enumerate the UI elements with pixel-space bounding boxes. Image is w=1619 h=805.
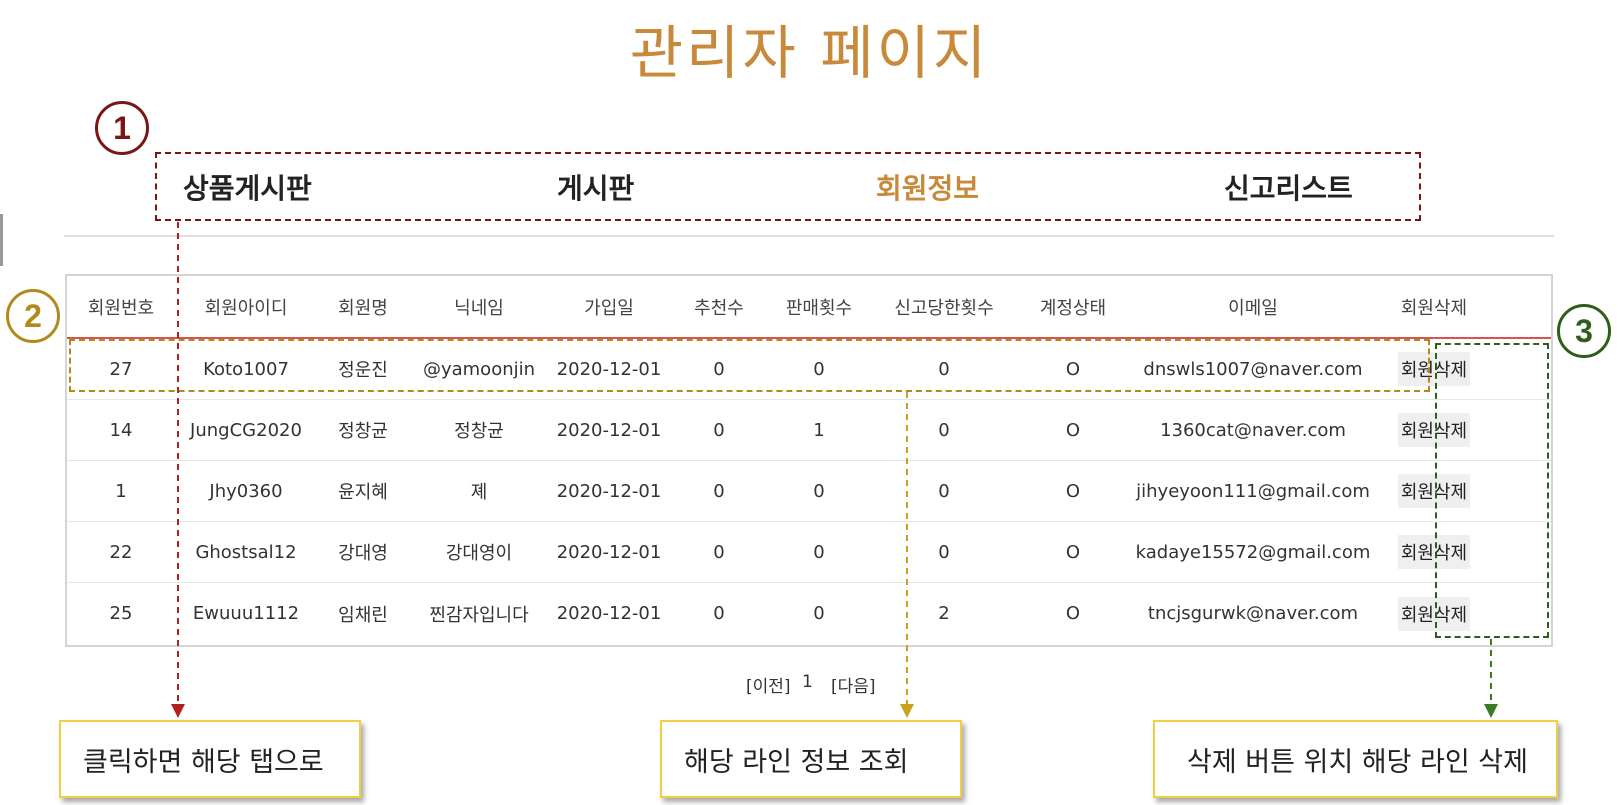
callout-delete-row: 삭제 버튼 위치 해당 라인 삭제: [1153, 720, 1558, 798]
marker-1: 1: [95, 101, 149, 155]
annotation-arrows: [171, 222, 1498, 718]
marker-2: 2: [6, 289, 60, 343]
callout-tab-click: 클릭하면 해당 탭으로: [59, 720, 361, 798]
marker-3: 3: [1557, 304, 1611, 358]
callout-row-info: 해당 라인 정보 조회: [660, 720, 962, 798]
